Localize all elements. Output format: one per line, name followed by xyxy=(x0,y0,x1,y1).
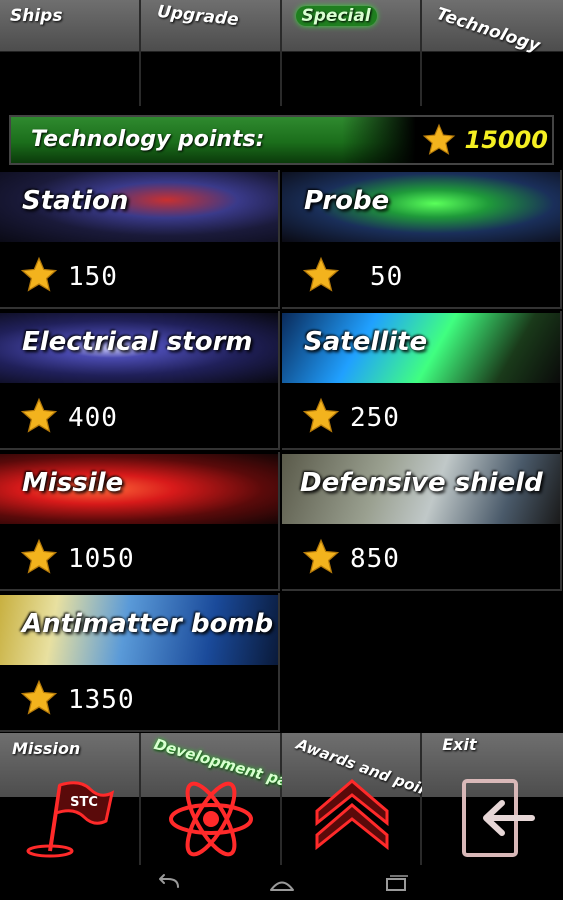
tab-technology[interactable]: Technology xyxy=(422,0,563,106)
atom-icon xyxy=(168,781,253,857)
star-icon xyxy=(20,679,58,715)
star-icon xyxy=(422,123,456,155)
item-probe[interactable]: Probe 50 xyxy=(282,170,562,309)
technology-points-bar: Technology points: 15000 xyxy=(9,115,554,165)
back-icon[interactable] xyxy=(154,873,182,893)
bottom-nav: Mission STC Development panel Awards and… xyxy=(0,733,563,865)
tab-label: Ships xyxy=(10,6,63,26)
item-title: Defensive shield xyxy=(300,468,543,498)
chevrons-up-icon xyxy=(315,779,388,851)
item-cost: 400 xyxy=(68,403,118,433)
item-cost: 1050 xyxy=(68,544,135,574)
item-title: Missile xyxy=(22,468,124,498)
top-tabs: Ships Upgrade Special Technology xyxy=(0,0,563,106)
item-cost: 850 xyxy=(350,544,400,574)
star-icon xyxy=(20,538,58,574)
item-cost: 50 xyxy=(370,262,404,292)
item-title: Station xyxy=(22,186,129,216)
item-cost: 150 xyxy=(68,262,118,292)
tab-ships[interactable]: Ships xyxy=(0,0,141,106)
nav-label: Exit xyxy=(442,735,477,754)
points-label: Technology points: xyxy=(31,127,265,152)
item-defensive-shield[interactable]: Defensive shield 850 xyxy=(282,452,562,591)
technology-grid: Station 150 Probe 50 Electrical storm 40… xyxy=(0,170,563,733)
star-icon xyxy=(20,397,58,433)
tab-upgrade[interactable]: Upgrade xyxy=(140,0,282,106)
item-satellite[interactable]: Satellite 250 xyxy=(282,311,562,450)
exit-icon xyxy=(462,779,536,857)
star-icon xyxy=(20,256,58,292)
home-icon[interactable] xyxy=(268,873,296,893)
item-cost: 1350 xyxy=(68,685,135,715)
nav-label: Mission xyxy=(12,739,81,758)
star-icon xyxy=(302,538,340,574)
recent-apps-icon[interactable] xyxy=(382,873,410,893)
star-icon xyxy=(302,397,340,433)
nav-exit[interactable]: Exit xyxy=(422,733,563,865)
nav-development-panel[interactable]: Development panel xyxy=(140,733,315,865)
item-antimatter-bomb[interactable]: Antimatter bomb 1350 xyxy=(0,593,280,732)
item-missile[interactable]: Missile 1050 xyxy=(0,452,280,591)
item-title: Satellite xyxy=(304,327,428,357)
item-title: Electrical storm xyxy=(22,327,253,357)
flag-icon: STC xyxy=(26,781,115,858)
system-navigation-bar xyxy=(0,865,563,900)
star-icon xyxy=(302,256,340,292)
svg-text:STC: STC xyxy=(70,795,98,810)
tab-label: Special xyxy=(295,6,377,26)
nav-mission[interactable]: Mission STC xyxy=(0,733,141,865)
item-station[interactable]: Station 150 xyxy=(0,170,280,309)
item-cost: 250 xyxy=(350,403,400,433)
item-title: Antimatter bomb xyxy=(22,609,274,639)
item-title: Probe xyxy=(304,186,390,216)
tab-special[interactable]: Special xyxy=(281,0,423,106)
nav-awards-and-points[interactable]: Awards and points xyxy=(281,733,447,865)
points-value: 15000 xyxy=(464,126,549,154)
item-electrical-storm[interactable]: Electrical storm 400 xyxy=(0,311,280,450)
